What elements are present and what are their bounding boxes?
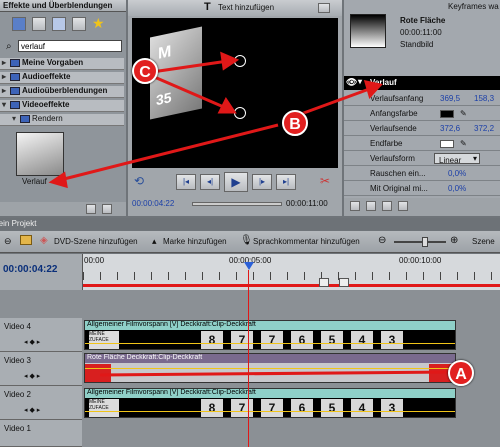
- arrowhead-b: [363, 80, 383, 100]
- arrowhead-c-end: [217, 97, 237, 114]
- annotation-arrows: [48, 51, 453, 377]
- arrowhead-b-thumb: [48, 171, 68, 189]
- annotation-label-b: B: [282, 110, 308, 136]
- arrow-a-to-clip: [99, 370, 453, 377]
- arrow-b-to-thumbnail: [59, 123, 279, 182]
- annotation-label-a: A: [448, 360, 474, 386]
- arrowhead-c-start: [220, 51, 240, 71]
- annotation-label-c: C: [132, 58, 158, 84]
- arrow-c-to-start-handle: [151, 59, 229, 74]
- arrow-c-to-end-handle: [151, 74, 227, 110]
